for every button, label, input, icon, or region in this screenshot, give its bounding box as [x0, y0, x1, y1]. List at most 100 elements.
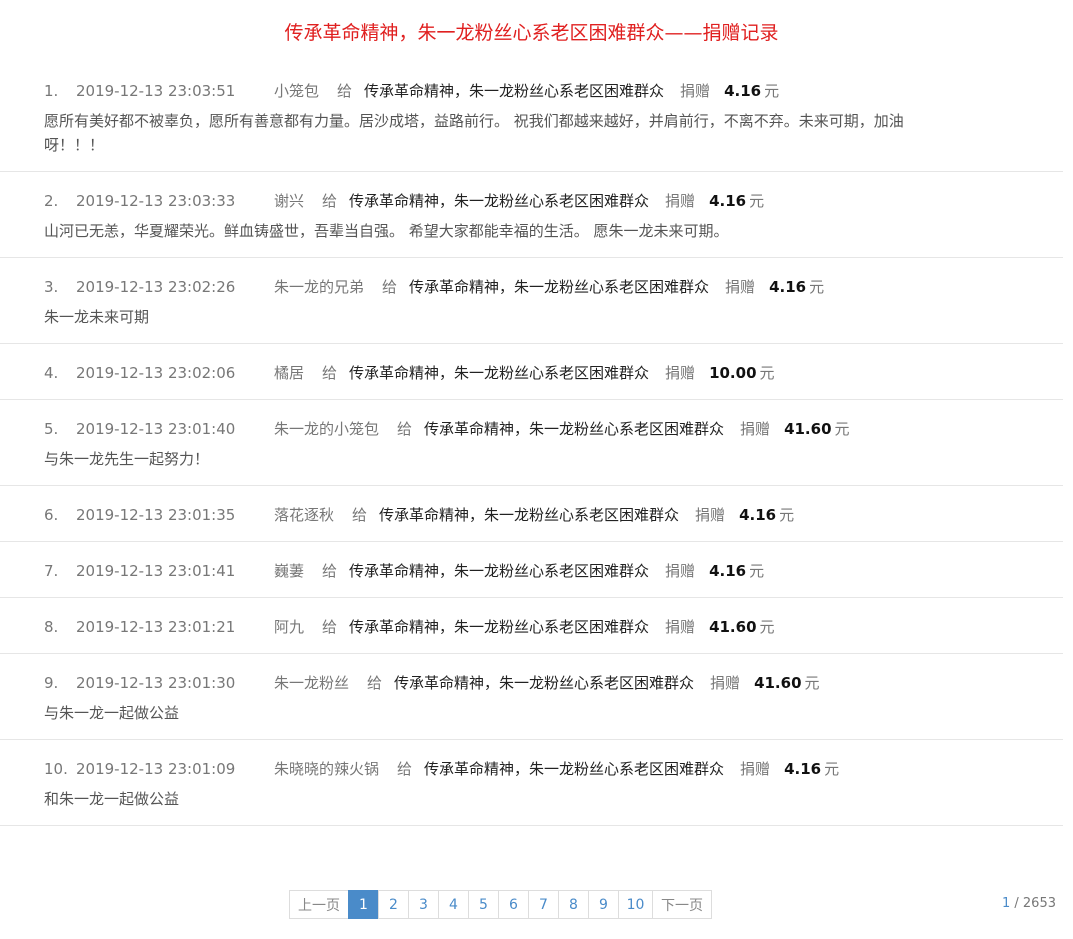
currency-unit: 元	[759, 364, 775, 382]
project-name: 传承革命精神，朱一龙粉丝心系老区困难群众	[349, 562, 650, 580]
donation-record: 5. 2019-12-13 23:01:40 朱一龙的小笼包给传承革命精神，朱一龙粉…	[0, 400, 1063, 486]
record-header: 6. 2019-12-13 23:01:35 落花逐秋给传承革命精神，朱一龙粉丝心系…	[44, 503, 963, 527]
donor-message: 和朱一龙一起做公益	[44, 790, 180, 808]
give-label: 给	[337, 82, 353, 100]
donation-record: 8. 2019-12-13 23:01:21 阿九给传承革命精神，朱一龙粉丝心系老区…	[0, 598, 1063, 654]
donate-label: 捐赠	[710, 674, 741, 692]
project-name: 传承革命精神，朱一龙粉丝心系老区困难群众	[349, 364, 650, 382]
record-header: 5. 2019-12-13 23:01:40 朱一龙的小笼包给传承革命精神，朱一龙粉…	[44, 417, 963, 441]
donor-name: 阿九	[274, 618, 305, 636]
record-header: 3. 2019-12-13 23:02:26 朱一龙的兄弟给传承革命精神，朱一龙粉丝…	[44, 275, 963, 299]
project-name: 传承革命精神，朱一龙粉丝心系老区困难群众	[379, 506, 680, 524]
page-button-2[interactable]: 2	[378, 890, 409, 919]
next-page-button[interactable]: 下一页	[652, 890, 712, 919]
donation-record: 3. 2019-12-13 23:02:26 朱一龙的兄弟给传承革命精神，朱一龙粉丝…	[0, 258, 1063, 344]
project-name: 传承革命精神，朱一龙粉丝心系老区困难群众	[394, 674, 695, 692]
donor-message: 愿所有美好都不被辜负，愿所有善意都有力量。居沙成塔，益路前行。 祝我们都越来越好…	[44, 112, 904, 154]
give-label: 给	[322, 364, 338, 382]
donor-name: 朱一龙粉丝	[274, 674, 350, 692]
donation-record: 9. 2019-12-13 23:01:30 朱一龙粉丝给传承革命精神，朱一龙粉丝心…	[0, 654, 1063, 740]
record-time: 2019-12-13 23:01:09	[76, 760, 236, 778]
record-index: 7.	[44, 562, 59, 580]
project-name: 传承革命精神，朱一龙粉丝心系老区困难群众	[424, 420, 725, 438]
donation-amount: 41.60	[784, 420, 832, 438]
donor-name: 朱一龙的小笼包	[274, 420, 380, 438]
donate-label: 捐赠	[665, 364, 696, 382]
record-header: 4. 2019-12-13 23:02:06 橘居给传承革命精神，朱一龙粉丝心系老区…	[44, 361, 963, 385]
page-button-8[interactable]: 8	[558, 890, 589, 919]
page-button-7[interactable]: 7	[528, 890, 559, 919]
record-index: 2.	[44, 192, 59, 210]
donation-record: 2. 2019-12-13 23:03:33 谢兴给传承革命精神，朱一龙粉丝心系老区…	[0, 172, 1063, 258]
record-index: 8.	[44, 618, 59, 636]
currency-unit: 元	[834, 420, 850, 438]
donor-name: 朱晓晓的辣火锅	[274, 760, 380, 778]
record-index: 10.	[44, 760, 68, 778]
give-label: 给	[322, 192, 338, 210]
give-label: 给	[397, 420, 413, 438]
give-label: 给	[367, 674, 383, 692]
prev-page-button[interactable]: 上一页	[289, 890, 349, 919]
page-indicator: 1 / 2653	[1002, 896, 1056, 911]
donation-record: 6. 2019-12-13 23:01:35 落花逐秋给传承革命精神，朱一龙粉丝心系…	[0, 486, 1063, 542]
donate-label: 捐赠	[740, 760, 771, 778]
donate-label: 捐赠	[665, 618, 696, 636]
record-time: 2019-12-13 23:01:41	[76, 562, 236, 580]
donation-amount: 4.16	[709, 562, 747, 580]
record-header: 1. 2019-12-13 23:03:51 小笼包给传承革命精神，朱一龙粉丝心系老…	[44, 79, 963, 103]
record-index: 1.	[44, 82, 59, 100]
donate-label: 捐赠	[680, 82, 711, 100]
donor-name: 巍萋	[274, 562, 305, 580]
record-header: 7. 2019-12-13 23:01:41 巍萋给传承革命精神，朱一龙粉丝心系老区…	[44, 559, 963, 583]
donor-name: 朱一龙的兄弟	[274, 278, 365, 296]
donation-record: 10. 2019-12-13 23:01:09 朱晓晓的辣火锅给传承革命精神，朱一龙…	[0, 740, 1063, 826]
currency-unit: 元	[764, 82, 780, 100]
give-label: 给	[352, 506, 368, 524]
donor-name: 谢兴	[274, 192, 305, 210]
record-index: 4.	[44, 364, 59, 382]
record-time: 2019-12-13 23:02:06	[76, 364, 236, 382]
page-title: 传承革命精神，朱一龙粉丝心系老区困难群众——捐赠记录	[284, 22, 779, 44]
page-button-3[interactable]: 3	[408, 890, 439, 919]
donor-message: 与朱一龙先生一起努力！	[44, 450, 210, 468]
donation-amount: 4.16	[739, 506, 777, 524]
page-button-10[interactable]: 10	[618, 890, 653, 919]
donation-amount: 10.00	[709, 364, 757, 382]
currency-unit: 元	[759, 618, 775, 636]
record-header: 8. 2019-12-13 23:01:21 阿九给传承革命精神，朱一龙粉丝心系老区…	[44, 615, 963, 639]
record-header: 2. 2019-12-13 23:03:33 谢兴给传承革命精神，朱一龙粉丝心系老区…	[44, 189, 963, 213]
give-label: 给	[322, 618, 338, 636]
currency-unit: 元	[804, 674, 820, 692]
pagination: 上一页 1 2 3 4 5 6 7 8 9 10 下一页	[289, 890, 712, 919]
page-button-4[interactable]: 4	[438, 890, 469, 919]
donate-label: 捐赠	[740, 420, 771, 438]
currency-unit: 元	[749, 192, 765, 210]
donate-label: 捐赠	[725, 278, 756, 296]
give-label: 给	[382, 278, 398, 296]
currency-unit: 元	[809, 278, 825, 296]
record-time: 2019-12-13 23:03:33	[76, 192, 236, 210]
give-label: 给	[322, 562, 338, 580]
donor-message: 朱一龙未来可期	[44, 308, 150, 326]
donate-label: 捐赠	[695, 506, 726, 524]
donation-amount: 4.16	[769, 278, 807, 296]
donation-record-list: 1. 2019-12-13 23:03:51 小笼包给传承革命精神，朱一龙粉丝心系老…	[0, 62, 1063, 826]
record-time: 2019-12-13 23:01:21	[76, 618, 236, 636]
donor-name: 小笼包	[274, 82, 320, 100]
donor-message: 山河已无恙，华夏耀荣光。鲜血铸盛世，吾辈当自强。 希望大家都能幸福的生活。 愿朱…	[44, 222, 729, 240]
project-name: 传承革命精神，朱一龙粉丝心系老区困难群众	[424, 760, 725, 778]
donation-amount: 41.60	[709, 618, 757, 636]
page-button-5[interactable]: 5	[468, 890, 499, 919]
project-name: 传承革命精神，朱一龙粉丝心系老区困难群众	[349, 192, 650, 210]
currency-unit: 元	[779, 506, 795, 524]
donation-amount: 4.16	[724, 82, 762, 100]
currency-unit: 元	[824, 760, 840, 778]
page-button-1[interactable]: 1	[348, 890, 379, 919]
record-index: 5.	[44, 420, 59, 438]
page-button-6[interactable]: 6	[498, 890, 529, 919]
donate-label: 捐赠	[665, 562, 696, 580]
page-button-9[interactable]: 9	[588, 890, 619, 919]
record-time: 2019-12-13 23:03:51	[76, 82, 236, 100]
total-pages: / 2653	[1014, 896, 1056, 911]
project-name: 传承革命精神，朱一龙粉丝心系老区困难群众	[364, 82, 665, 100]
